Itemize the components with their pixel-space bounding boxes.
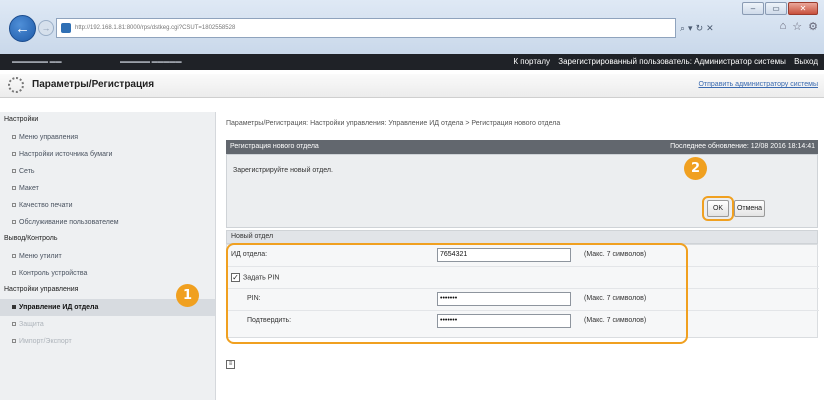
sidebar-item-label: Контроль устройства [19, 270, 88, 277]
sidebar-item-network[interactable]: Сеть [0, 163, 215, 180]
settings-icon[interactable]: ⚙ [808, 20, 818, 33]
page-top-icon[interactable]: ≡ [226, 360, 235, 369]
minimize-button[interactable]: – [742, 2, 764, 15]
sidebar-item-layout[interactable]: Макет [0, 180, 215, 197]
back-button[interactable]: ← [9, 15, 36, 42]
device-name: ▬▬▬▬▬ ▬▬▬▬▬ [120, 59, 182, 65]
sidebar-item-label: Защита [19, 321, 44, 328]
address-bar[interactable]: http://192.168.1.81:8000/rps/dstkeg.cgi?… [56, 18, 676, 38]
dropdown-icon[interactable]: ▾ [688, 23, 693, 34]
bullet-icon [12, 254, 16, 259]
panel-title: Регистрация нового отдела [230, 143, 319, 150]
ok-button[interactable]: OK [707, 200, 729, 217]
bullet-icon [12, 186, 16, 191]
bullet-icon [12, 203, 16, 208]
sidebar-item-label: Меню утилит [19, 253, 62, 260]
gear-icon [8, 77, 24, 93]
panel-body: Зарегистрируйте новый отдел. OK Отмена [226, 154, 818, 228]
sidebar-item-label: Макет [19, 185, 39, 192]
sidebar-item-user-maintenance[interactable]: Обслуживание пользователем [0, 214, 215, 231]
bullet-icon [12, 271, 16, 276]
favorites-icon[interactable]: ☆ [792, 20, 802, 33]
sidebar-item-label: Обслуживание пользователем [19, 219, 119, 226]
stop-icon[interactable]: ✕ [706, 23, 714, 34]
window-controls: – ▭ ✕ [742, 2, 818, 15]
maximize-button[interactable]: ▭ [765, 2, 787, 15]
title-bar: Параметры/Регистрация Отправить админист… [0, 74, 824, 98]
close-window-button[interactable]: ✕ [788, 2, 818, 15]
sidebar-item-utility-menu[interactable]: Меню утилит [0, 248, 215, 265]
address-url: http://192.168.1.81:8000/rps/dstkeg.cgi?… [75, 25, 236, 31]
step-marker-2: 2 [684, 157, 707, 180]
sidebar-item-paper-source[interactable]: Настройки источника бумаги [0, 146, 215, 163]
bullet-icon [12, 152, 16, 157]
search-icon[interactable]: ⌕ [680, 23, 685, 34]
home-icon[interactable]: ⌂ [780, 20, 787, 33]
sidebar-item-security[interactable]: Защита [0, 316, 215, 333]
sidebar-item-label: Управление ИД отдела [19, 304, 99, 311]
sidebar-item-import-export[interactable]: Импорт/Экспорт [0, 333, 215, 350]
forward-arrow-icon: → [41, 23, 51, 33]
forward-button[interactable]: → [38, 20, 54, 36]
sidebar-item-print-quality[interactable]: Качество печати [0, 197, 215, 214]
sidebar-item-label: Сеть [19, 168, 35, 175]
sidebar-item-label: Настройки источника бумаги [19, 151, 113, 158]
portal-link[interactable]: К порталу [513, 57, 550, 66]
refresh-icon[interactable]: ↻ [696, 23, 704, 34]
bullet-icon [12, 322, 16, 327]
bullet-icon [12, 339, 16, 344]
sidebar-item-control-menu[interactable]: Меню управления [0, 129, 215, 146]
browser-chrome: – ▭ ✕ ← → http://192.168.1.81:8000/rps/d… [0, 0, 824, 54]
logout-link[interactable]: Выход [794, 57, 818, 66]
step-marker-1: 1 [176, 284, 199, 307]
send-admin-link[interactable]: Отправить администратору системы [698, 81, 818, 88]
bullet-icon [12, 220, 16, 225]
page-title: Параметры/Регистрация [32, 79, 155, 90]
sidebar-item-device-control[interactable]: Контроль устройства [0, 265, 215, 282]
bullet-icon [12, 169, 16, 174]
sidebar-item-label: Меню управления [19, 134, 79, 141]
sidebar-item-label: Качество печати [19, 202, 73, 209]
panel-header: Регистрация нового отдела Последнее обно… [226, 140, 818, 154]
brand-logo: ▬▬▬▬▬▬ ▬▬ [12, 59, 62, 65]
section-header: Новый отдел [226, 230, 818, 244]
sidebar-item-label: Импорт/Экспорт [19, 338, 72, 345]
address-tools: ⌕ ▾ ↻ ✕ [680, 18, 714, 38]
sidebar-heading-output: Вывод/Контроль [4, 235, 58, 242]
user-label: Зарегистрированный пользователь: Админис… [558, 57, 786, 66]
sidebar: Настройки Меню управления Настройки исто… [0, 112, 216, 400]
bullet-icon [12, 305, 16, 310]
instruction-message: Зарегистрируйте новый отдел. [233, 167, 333, 174]
breadcrumb: Параметры/Регистрация: Настройки управле… [226, 120, 561, 127]
back-arrow-icon: ← [15, 20, 30, 37]
last-updated: Последнее обновление: 12/08 2016 18:14:4… [670, 143, 815, 150]
browser-toolbar-icons: ⌂ ☆ ⚙ [780, 20, 818, 33]
favicon-icon [61, 23, 71, 33]
bullet-icon [12, 135, 16, 140]
cancel-button[interactable]: Отмена [734, 200, 765, 217]
form-highlight-ring [226, 243, 688, 344]
top-bar: ▬▬▬▬▬▬ ▬▬ ▬▬▬▬▬ ▬▬▬▬▬ К порталу Зарегист… [0, 54, 824, 70]
sidebar-heading-settings: Настройки [4, 116, 39, 123]
top-links: К порталу Зарегистрированный пользовател… [507, 54, 818, 70]
